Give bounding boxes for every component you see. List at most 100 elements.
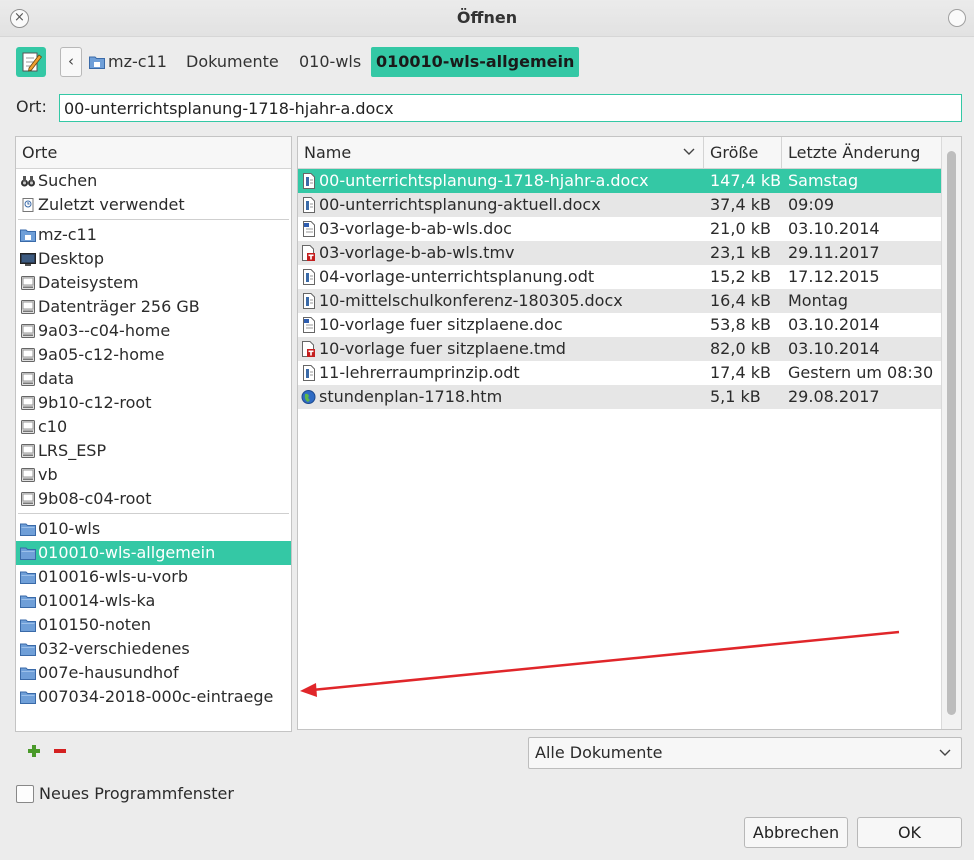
sidebar-item-label: 032-verschiedenes — [38, 639, 190, 658]
file-name: 10-vorlage fuer sitzplaene.tmd — [319, 339, 566, 358]
places-group-devices: mz-c11 Desktop Dateisystem Datenträger 256 … — [16, 223, 291, 511]
binoculars-icon — [20, 173, 36, 189]
table-row[interactable]: stundenplan-1718.htm 5,1 kB 29.08.2017 — [298, 385, 942, 409]
sidebar-item-9b10-c12-root[interactable]: 9b10-c12-root — [16, 391, 291, 415]
back-button[interactable]: ‹ — [60, 47, 82, 77]
writer-doc-icon — [301, 365, 316, 381]
remove-bookmark-button[interactable] — [52, 743, 68, 759]
dialog-title: Öffnen — [456, 8, 518, 27]
file-name-cell: 10-mittelschulkonferenz-180305.docx — [298, 289, 704, 313]
chevron-down-icon — [939, 749, 951, 756]
sidebar-item-vb[interactable]: vb — [16, 463, 291, 487]
table-row[interactable]: 10-vorlage fuer sitzplaene.doc 53,8 kB 03.… — [298, 313, 942, 337]
file-rows: 00-unterrichtsplanung-1718-hjahr-a.docx 1… — [298, 169, 942, 409]
file-modified: 29.11.2017 — [788, 243, 880, 262]
sidebar-item-label: 010010-wls-allgemein — [38, 543, 216, 562]
column-header-name[interactable]: Name — [298, 137, 704, 169]
sidebar-item-label: LRS_ESP — [38, 441, 107, 460]
new-window-checkbox[interactable] — [16, 785, 34, 803]
file-size: 53,8 kB — [710, 315, 771, 334]
scrollbar-thumb[interactable] — [947, 151, 956, 715]
breadcrumb-010-wls[interactable]: 010-wls — [294, 47, 366, 77]
file-list: Name Größe Letzte Änderung 00-unterricht… — [297, 136, 962, 730]
html-globe-icon — [301, 389, 316, 405]
sidebar-item-desktop[interactable]: Desktop — [16, 247, 291, 271]
column-header-date[interactable]: Letzte Änderung — [782, 137, 942, 169]
file-size: 5,1 kB — [710, 387, 761, 406]
writer-doc-icon — [301, 173, 316, 189]
file-size: 23,1 kB — [710, 243, 771, 262]
file-modified: Montag — [788, 291, 848, 310]
sidebar-item-label: 007034-2018-000c-eintraege — [38, 687, 274, 706]
sidebar-item-c10[interactable]: c10 — [16, 415, 291, 439]
type-location-button[interactable] — [16, 47, 46, 77]
sidebar-item-9a03-c04-home[interactable]: 9a03--c04-home — [16, 319, 291, 343]
sidebar-item-label: 007e-hausundhof — [38, 663, 179, 682]
sidebar-item-9a05-c12-home[interactable]: 9a05-c12-home — [16, 343, 291, 367]
sidebar-item-dateisystem[interactable]: Dateisystem — [16, 271, 291, 295]
sidebar-item-label: Dateisystem — [38, 273, 139, 292]
sidebar-item-zuletzt-verwendet[interactable]: Zuletzt verwendet — [16, 193, 291, 217]
table-row[interactable]: 11-lehrerraumprinzip.odt 17,4 kB Gestern u… — [298, 361, 942, 385]
sidebar-item-010010-wls-allgemein[interactable]: 010010-wls-allgemein — [16, 541, 291, 565]
sidebar-item-007e-hausundhof[interactable]: 007e-hausundhof — [16, 661, 291, 685]
table-row[interactable]: 03-vorlage-b-ab-wls.doc 21,0 kB 03.10.2014 — [298, 217, 942, 241]
sidebar-item-mz-c11[interactable]: mz-c11 — [16, 223, 291, 247]
location-input[interactable] — [59, 94, 962, 122]
new-window-label[interactable]: Neues Programmfenster — [39, 784, 234, 803]
sidebar-item-datentr-ger-256-gb[interactable]: Datenträger 256 GB — [16, 295, 291, 319]
drive-icon — [20, 347, 36, 363]
table-row[interactable]: 10-vorlage fuer sitzplaene.tmd 82,0 kB 03.… — [298, 337, 942, 361]
table-row[interactable]: 04-vorlage-unterrichtsplanung.odt 15,2 kB… — [298, 265, 942, 289]
file-name-cell: 00-unterrichtsplanung-1718-hjahr-a.docx — [298, 169, 704, 193]
sidebar-item-label: 9a03--c04-home — [38, 321, 171, 340]
table-row[interactable]: 00-unterrichtsplanung-aktuell.docx 37,4 k… — [298, 193, 942, 217]
window-maximize-button[interactable] — [948, 9, 966, 27]
table-row[interactable]: 03-vorlage-b-ab-wls.tmv 23,1 kB 29.11.2017 — [298, 241, 942, 265]
add-bookmark-button[interactable] — [26, 743, 42, 759]
sidebar-item-032-verschiedenes[interactable]: 032-verschiedenes — [16, 637, 291, 661]
template-icon — [301, 341, 316, 357]
sidebar-item-010016-wls-u-vorb[interactable]: 010016-wls-u-vorb — [16, 565, 291, 589]
sidebar-item-010-wls[interactable]: 010-wls — [16, 517, 291, 541]
file-name-cell: 00-unterrichtsplanung-aktuell.docx — [298, 193, 704, 217]
home-folder-icon — [20, 227, 36, 243]
breadcrumb-current[interactable]: 010010-wls-allgemein — [371, 47, 580, 77]
places-group-bookmarks: 010-wls 010010-wls-allgemein 010016-wls-u-… — [16, 517, 291, 709]
sidebar-item-suchen[interactable]: Suchen — [16, 169, 291, 193]
table-row[interactable]: 00-unterrichtsplanung-1718-hjahr-a.docx 1… — [298, 169, 942, 193]
file-name-cell: 10-vorlage fuer sitzplaene.tmd — [298, 337, 704, 361]
file-size: 21,0 kB — [710, 219, 771, 238]
location-label: Ort: — [16, 97, 47, 116]
drive-icon — [20, 323, 36, 339]
cancel-button[interactable]: Abbrechen — [744, 817, 848, 848]
sidebar-item-label: Zuletzt verwendet — [38, 195, 185, 214]
column-header-size[interactable]: Größe — [704, 137, 782, 169]
file-type-filter-value: Alle Dokumente — [535, 743, 663, 762]
word-doc-icon — [301, 221, 316, 237]
sidebar-item-data[interactable]: data — [16, 367, 291, 391]
breadcrumb-documents[interactable]: Dokumente — [181, 47, 284, 77]
sidebar-item-007034-2018-000c-eintraege[interactable]: 007034-2018-000c-eintraege — [16, 685, 291, 709]
drive-icon — [20, 275, 36, 291]
template-icon — [301, 245, 316, 261]
sidebar-item-label: mz-c11 — [38, 225, 97, 244]
file-modified: 03.10.2014 — [788, 339, 880, 358]
sidebar-item-9b08-c04-root[interactable]: 9b08-c04-root — [16, 487, 291, 511]
table-row[interactable]: 10-mittelschulkonferenz-180305.docx 16,4 … — [298, 289, 942, 313]
sidebar-item-010014-wls-ka[interactable]: 010014-wls-ka — [16, 589, 291, 613]
word-doc-icon — [301, 317, 316, 333]
breadcrumb-home[interactable]: mz-c11 — [84, 47, 172, 77]
ok-button[interactable]: OK — [857, 817, 962, 848]
sidebar-item-lrs-esp[interactable]: LRS_ESP — [16, 439, 291, 463]
file-size: 82,0 kB — [710, 339, 771, 358]
file-list-scrollbar[interactable] — [941, 137, 961, 729]
file-type-filter[interactable]: Alle Dokumente — [528, 737, 962, 769]
file-modified: 03.10.2014 — [788, 219, 880, 238]
sidebar-item-010150-noten[interactable]: 010150-noten — [16, 613, 291, 637]
sidebar-item-label: Suchen — [38, 171, 98, 190]
file-size: 15,2 kB — [710, 267, 771, 286]
drive-icon — [20, 395, 36, 411]
file-list-header: Name Größe Letzte Änderung — [298, 137, 942, 169]
sidebar-item-label: 010014-wls-ka — [38, 591, 156, 610]
